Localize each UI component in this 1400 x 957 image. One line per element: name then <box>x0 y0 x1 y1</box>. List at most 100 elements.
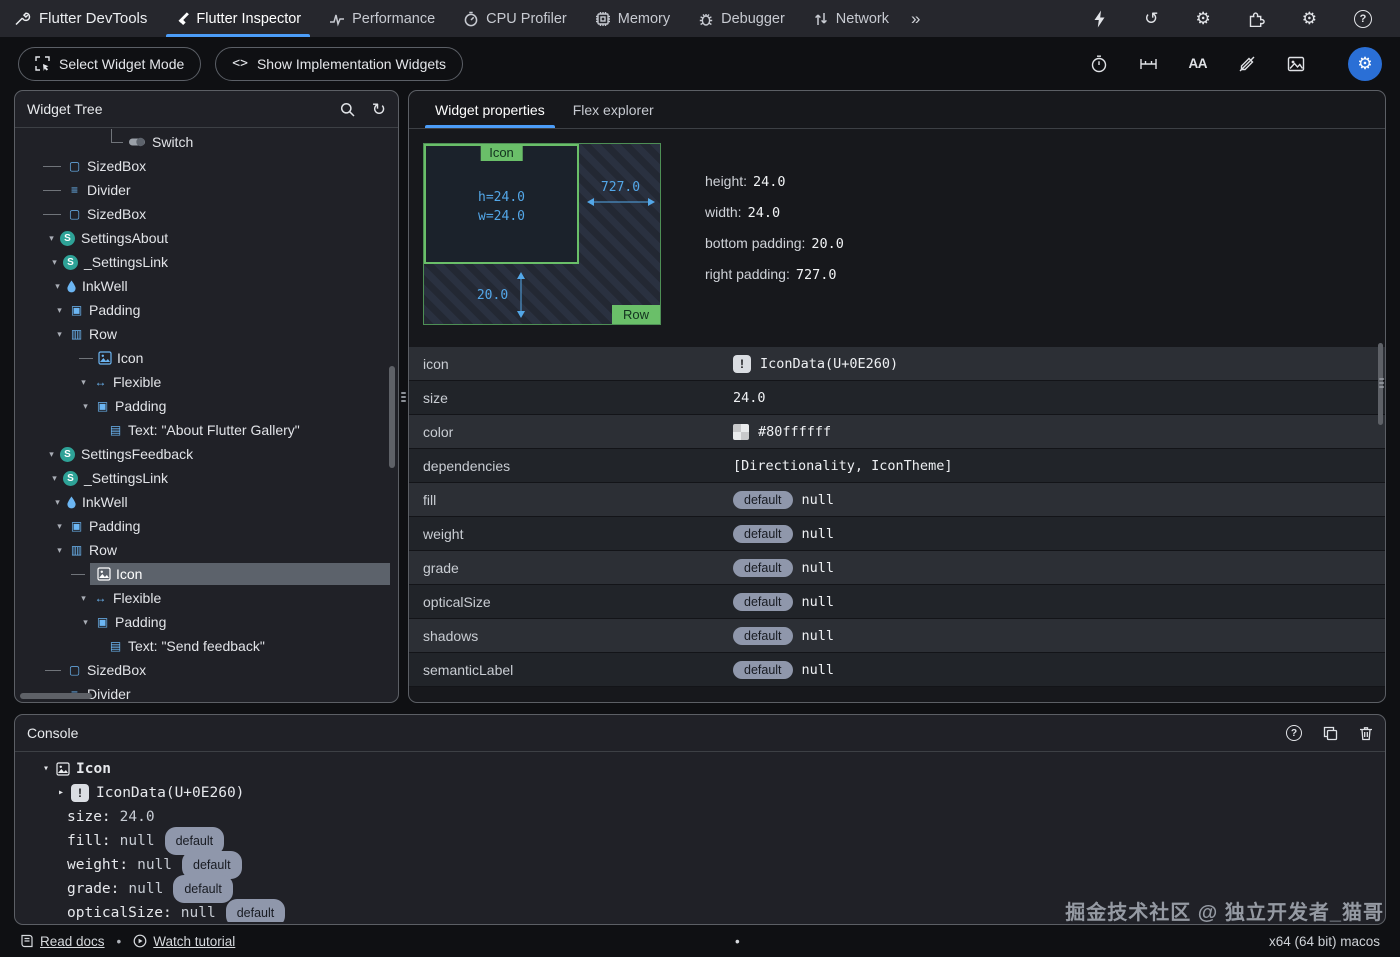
property-row-weight[interactable]: weight default null <box>409 517 1385 551</box>
default-badge: default <box>733 592 793 611</box>
tree-item-label: Flexible <box>113 374 162 390</box>
extensions-icon[interactable] <box>1248 10 1265 27</box>
tree-row-row[interactable]: ▾ ▥ Row <box>15 538 398 562</box>
tree-row-padding[interactable]: ▾ ▣ Padding <box>15 298 398 322</box>
tree-row-switch[interactable]: Switch <box>15 129 398 154</box>
inkwell-icon <box>67 496 76 509</box>
search-icon[interactable] <box>340 102 355 117</box>
tree-row-settingsabout[interactable]: ▾ S SettingsAbout <box>15 226 398 250</box>
chevron-down-icon[interactable]: ▾ <box>48 257 61 268</box>
show-guidelines-icon[interactable] <box>1139 57 1158 71</box>
chevron-down-icon[interactable]: ▾ <box>53 521 66 532</box>
chevron-down-icon[interactable]: ▾ <box>53 305 66 316</box>
refresh-icon[interactable]: ↻ <box>372 101 386 118</box>
clear-console-icon[interactable] <box>1359 726 1373 741</box>
tree-row-sizedbox[interactable]: ▢ SizedBox <box>15 154 398 178</box>
chevron-down-icon[interactable]: ▾ <box>79 617 92 628</box>
tree-row-settingsfeedback[interactable]: ▾ S SettingsFeedback <box>15 442 398 466</box>
tree-guide-line <box>79 357 93 359</box>
tree-row-icon-selected[interactable]: Icon <box>15 562 398 586</box>
show-baselines-icon[interactable]: AA <box>1189 56 1208 71</box>
slow-animations-icon[interactable] <box>1090 55 1108 73</box>
chevron-down-icon[interactable]: ▾ <box>53 329 66 340</box>
horizontal-arrow-icon <box>586 198 655 206</box>
nav-overflow-icon[interactable]: » <box>903 0 928 37</box>
property-row-size[interactable]: size 24.0 <box>409 381 1385 415</box>
highlight-oversized-images-icon[interactable] <box>1287 56 1305 72</box>
console-help-icon[interactable]: ? <box>1286 725 1302 741</box>
right-splitter-grip[interactable] <box>1379 378 1384 388</box>
property-row-color[interactable]: color #80ffffff <box>409 415 1385 449</box>
tree-row-flexible[interactable]: ▾ ↔ Flexible <box>15 370 398 394</box>
nav-tab-network[interactable]: Network <box>799 0 903 37</box>
tree-row-sizedbox[interactable]: ▢ SizedBox <box>15 202 398 226</box>
tree-row-text[interactable]: ▤ Text: "About Flutter Gallery" <box>15 418 398 442</box>
tree-item-label: _SettingsLink <box>84 254 169 270</box>
nav-tab-performance[interactable]: Performance <box>315 0 449 37</box>
tree-horizontal-scrollbar[interactable] <box>20 693 92 699</box>
highlight-repaints-icon[interactable] <box>1238 55 1256 73</box>
tree-row-text[interactable]: ▤ Text: "Send feedback" <box>15 634 398 658</box>
tree-row-divider[interactable]: ≡ Divider <box>15 178 398 202</box>
tree-item-label: _SettingsLink <box>84 470 169 486</box>
tree-item-label: InkWell <box>82 494 128 510</box>
tree-row-icon[interactable]: Icon <box>15 346 398 370</box>
nav-tab-cpu-profiler[interactable]: CPU Profiler <box>449 0 581 37</box>
play-icon <box>133 934 147 948</box>
panel-splitter[interactable] <box>399 90 408 703</box>
tree-row-divider[interactable]: ≡ Divider <box>15 682 398 702</box>
copy-icon[interactable] <box>1323 726 1338 741</box>
nav-tab-flutter-inspector[interactable]: Flutter Inspector <box>161 0 315 37</box>
tab-widget-properties[interactable]: Widget properties <box>421 91 559 128</box>
property-row-grade[interactable]: grade default null <box>409 551 1385 585</box>
service-extensions-gear-icon[interactable]: ⚙ <box>1302 10 1317 27</box>
property-row-semanticlabel[interactable]: semanticLabel default null <box>409 653 1385 687</box>
property-row-icon[interactable]: icon ! IconData(U+0E260) <box>409 347 1385 381</box>
right-padding-value: 727.0 <box>600 180 641 195</box>
property-row-fill[interactable]: fill default null <box>409 483 1385 517</box>
chevron-down-icon[interactable]: ▾ <box>53 545 66 556</box>
tree-row-inkwell[interactable]: ▾ InkWell <box>15 274 398 298</box>
console-line-icon: ▾ Icon <box>15 757 1385 781</box>
property-row-opticalsize[interactable]: opticalSize default null <box>409 585 1385 619</box>
inspector-settings-button[interactable]: ⚙ <box>1348 46 1382 81</box>
chevron-down-icon[interactable]: ▾ <box>45 233 58 244</box>
tree-row-inkwell[interactable]: ▾ InkWell <box>15 490 398 514</box>
settings-gear-icon[interactable]: ⚙ <box>1196 10 1211 27</box>
tree-row-padding[interactable]: ▾ ▣ Padding <box>15 514 398 538</box>
nav-tab-label: Memory <box>617 10 671 27</box>
help-icon[interactable]: ? <box>1354 9 1372 28</box>
chevron-down-icon[interactable]: ▾ <box>48 473 61 484</box>
layout-widget-box[interactable]: Icon h=24.0 w=24.0 <box>424 144 579 264</box>
chevron-right-icon[interactable]: ▸ <box>54 781 68 805</box>
tree-vertical-scrollbar[interactable] <box>389 366 395 468</box>
chevron-down-icon[interactable]: ▾ <box>77 377 90 388</box>
show-implementation-widgets-button[interactable]: <> Show Implementation Widgets <box>215 46 464 81</box>
layout-parent-label[interactable]: Row <box>611 305 660 324</box>
property-row-dependencies[interactable]: dependencies [Directionality, IconTheme] <box>409 449 1385 483</box>
chevron-down-icon[interactable]: ▾ <box>45 449 58 460</box>
property-row-shadows[interactable]: shadows default null <box>409 619 1385 653</box>
chevron-down-icon[interactable]: ▾ <box>77 593 90 604</box>
nav-tab-debugger[interactable]: Debugger <box>684 0 799 37</box>
tab-flex-explorer[interactable]: Flex explorer <box>559 91 668 128</box>
nav-tab-memory[interactable]: Memory <box>581 0 684 37</box>
history-icon[interactable]: ↺ <box>1144 10 1158 27</box>
chevron-down-icon[interactable]: ▾ <box>51 497 64 508</box>
tree-row-settingslink[interactable]: ▾ S _SettingsLink <box>15 250 398 274</box>
chevron-down-icon[interactable]: ▾ <box>51 281 64 292</box>
tree-row-row[interactable]: ▾ ▥ Row <box>15 322 398 346</box>
flash-icon[interactable] <box>1092 10 1107 28</box>
tree-row-padding[interactable]: ▾ ▣ Padding <box>15 394 398 418</box>
select-widget-mode-button[interactable]: Select Widget Mode <box>18 46 202 81</box>
chevron-down-icon[interactable]: ▾ <box>39 757 53 781</box>
tree-row-flexible[interactable]: ▾ ↔ Flexible <box>15 586 398 610</box>
padding-icon: ▣ <box>96 399 109 413</box>
tree-row-sizedbox[interactable]: ▢ SizedBox <box>15 658 398 682</box>
chevron-down-icon[interactable]: ▾ <box>79 401 92 412</box>
read-docs-link[interactable]: Read docs <box>20 934 105 949</box>
watch-tutorial-link[interactable]: Watch tutorial <box>133 934 235 949</box>
tree-row-settingslink[interactable]: ▾ S _SettingsLink <box>15 466 398 490</box>
tree-row-padding[interactable]: ▾ ▣ Padding <box>15 610 398 634</box>
widget-properties-panel: Widget properties Flex explorer Icon h=2… <box>408 90 1386 703</box>
